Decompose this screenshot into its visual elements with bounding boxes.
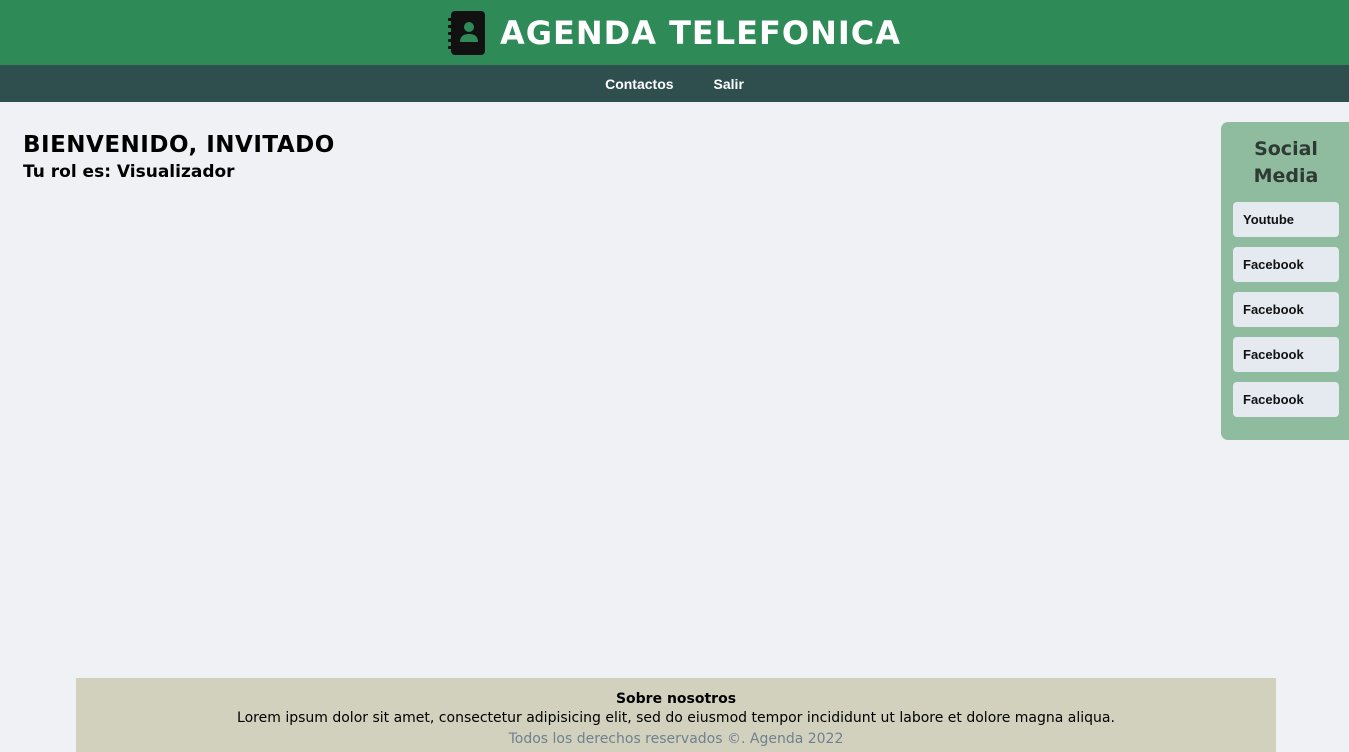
social-media-panel: Social Media Youtube Facebook Facebook F… bbox=[1221, 122, 1349, 440]
user-role: Tu rol es: Visualizador bbox=[23, 162, 235, 182]
social-title-line2: Media bbox=[1253, 165, 1319, 187]
copyright-text: Todos los derechos reservados ©. Agenda … bbox=[508, 731, 844, 747]
nav-link-salir[interactable]: Salir bbox=[694, 76, 764, 92]
nav-link-contactos[interactable]: Contactos bbox=[585, 76, 693, 92]
site-header: AGENDA TELEFONICA bbox=[0, 0, 1349, 65]
welcome-heading: BIENVENIDO, INVITADO bbox=[23, 132, 335, 158]
social-link-facebook[interactable]: Facebook bbox=[1233, 382, 1339, 417]
about-title: Sobre nosotros bbox=[615, 691, 737, 707]
main-nav: Contactos Salir bbox=[0, 65, 1349, 102]
address-book-icon bbox=[447, 10, 485, 55]
welcome-section: BIENVENIDO, INVITADO Tu rol es: Visualiz… bbox=[23, 132, 335, 182]
social-media-title: Social Media bbox=[1233, 136, 1339, 190]
social-link-youtube[interactable]: Youtube bbox=[1233, 202, 1339, 237]
social-link-facebook[interactable]: Facebook bbox=[1233, 292, 1339, 327]
app-title: AGENDA TELEFONICA bbox=[499, 13, 902, 52]
social-title-line1: Social bbox=[1254, 138, 1318, 160]
site-footer: Sobre nosotros Lorem ipsum dolor sit ame… bbox=[76, 678, 1276, 752]
social-link-facebook[interactable]: Facebook bbox=[1233, 337, 1339, 372]
about-text: Lorem ipsum dolor sit amet, consectetur … bbox=[237, 710, 1115, 726]
social-link-facebook[interactable]: Facebook bbox=[1233, 247, 1339, 282]
